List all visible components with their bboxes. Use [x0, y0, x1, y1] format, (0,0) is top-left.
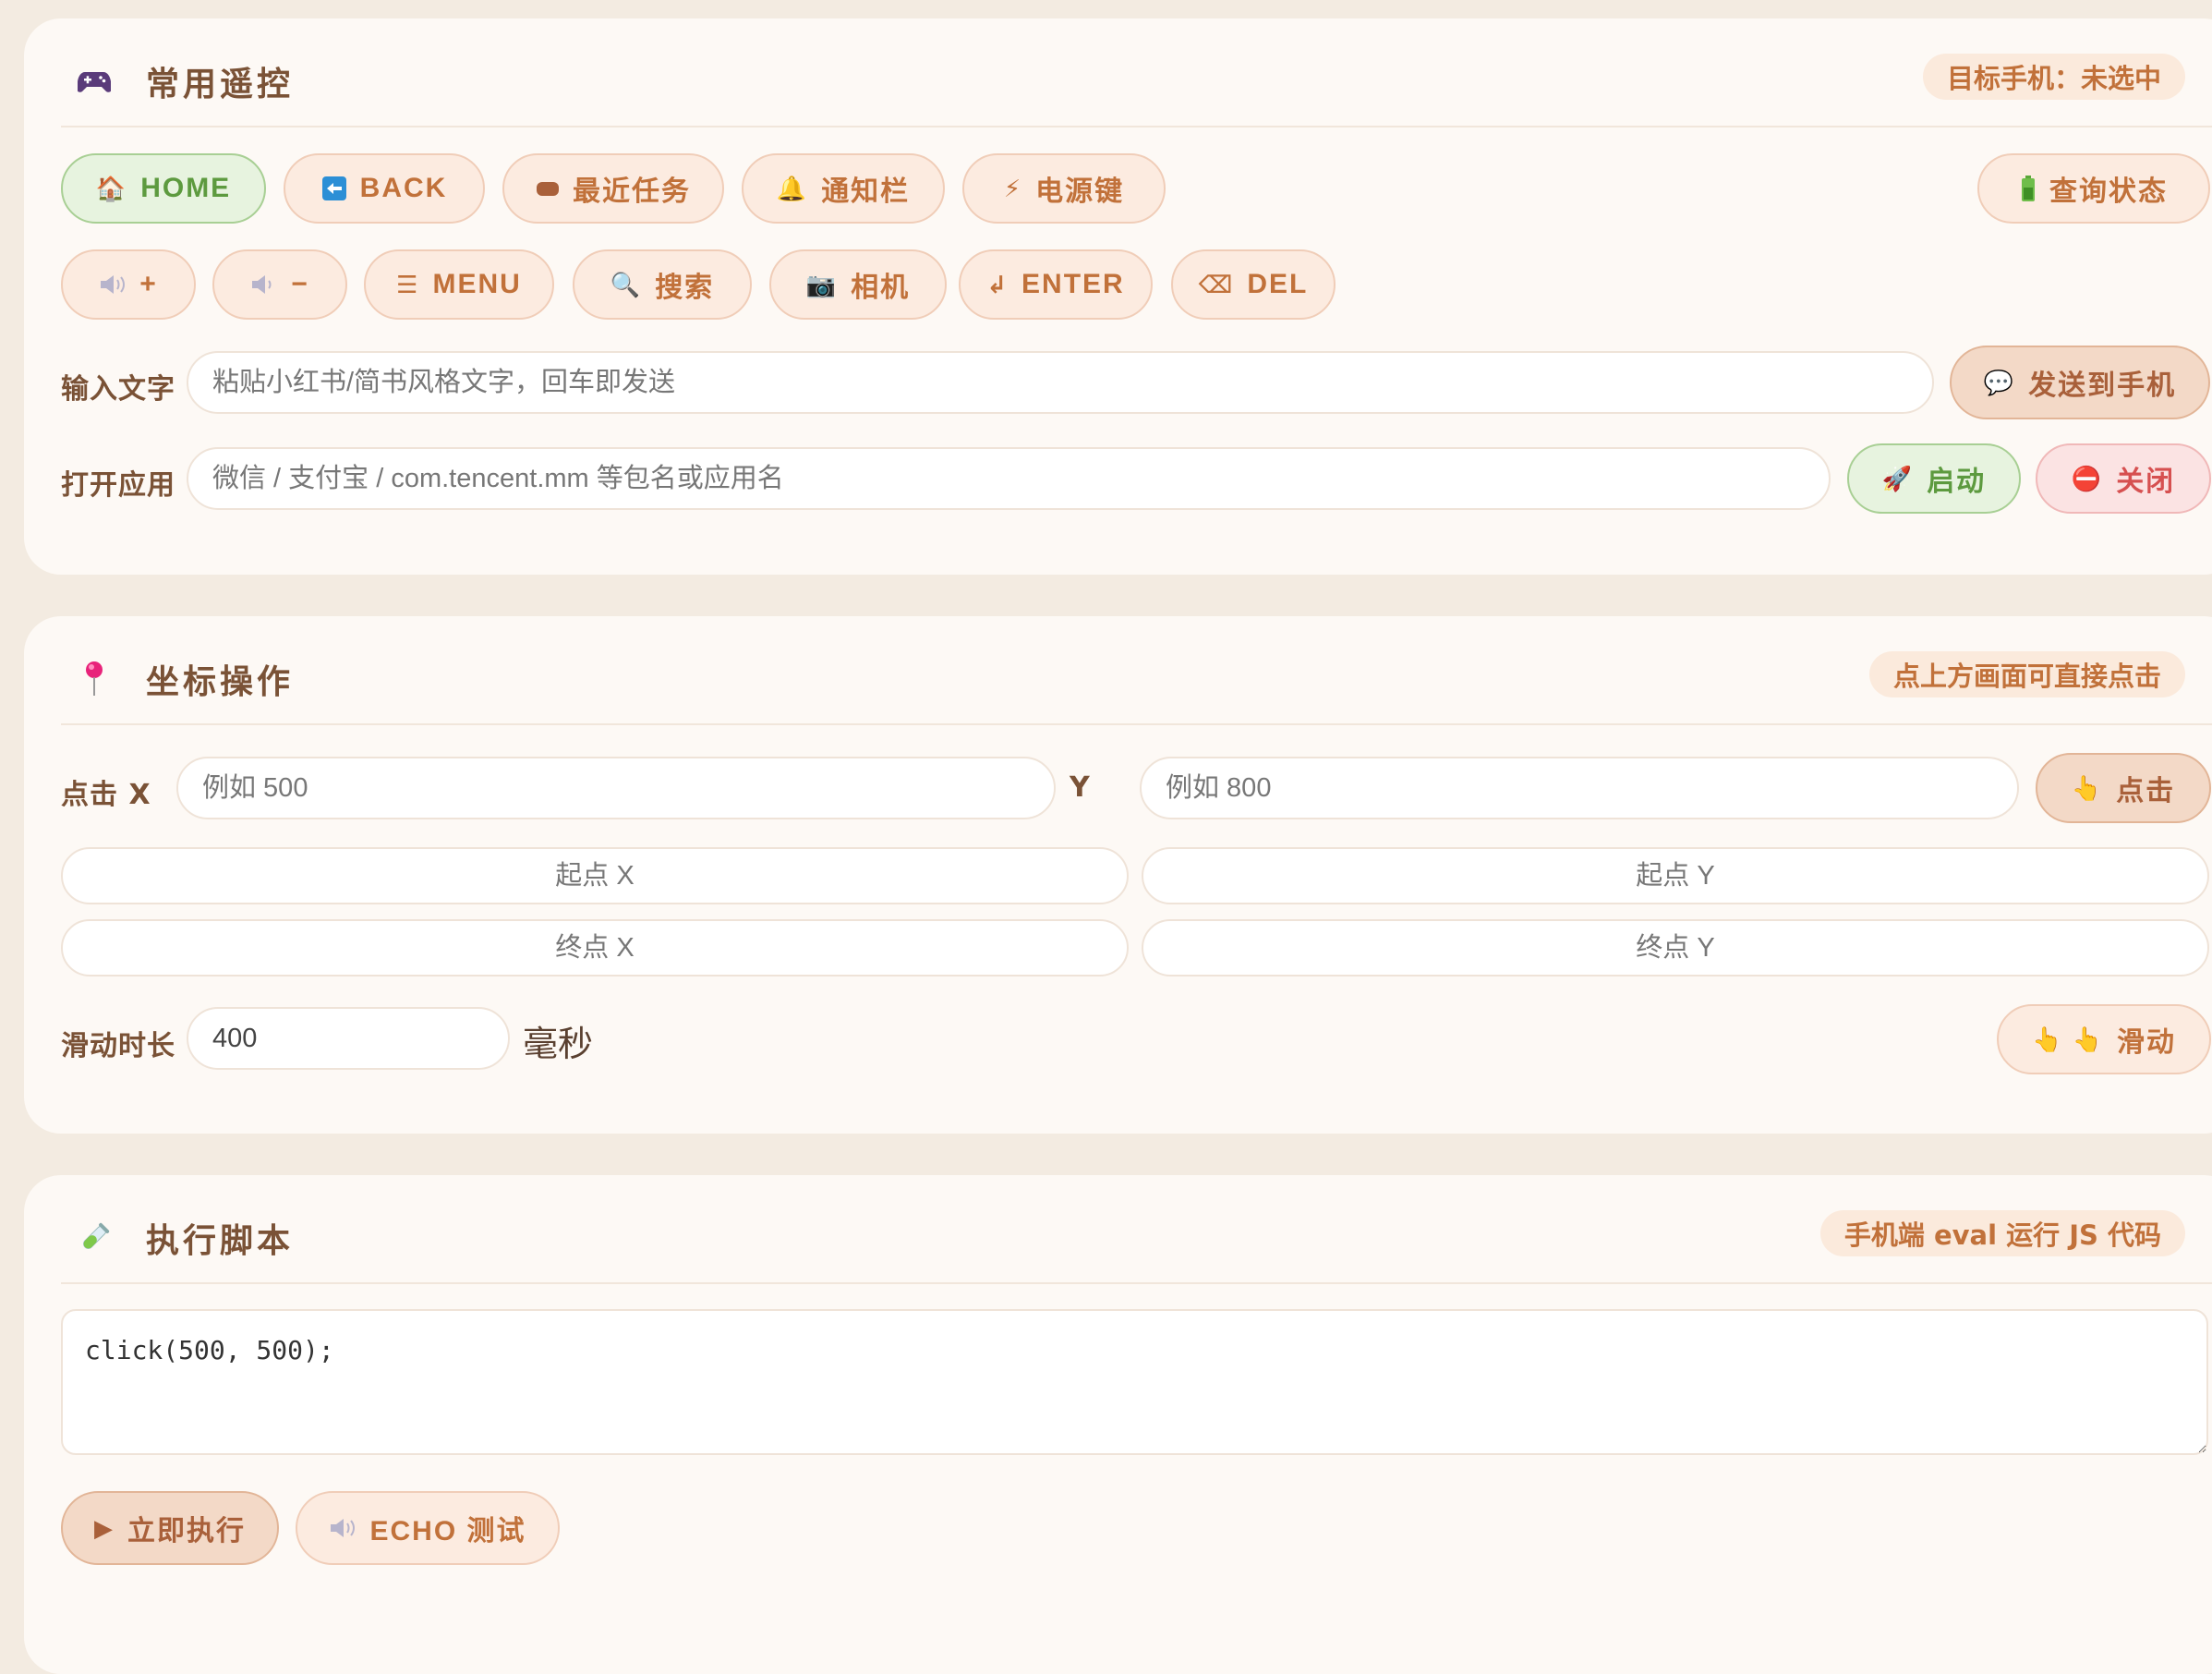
gamepad-icon	[76, 63, 113, 100]
start-x-field[interactable]	[61, 847, 1129, 904]
search-button[interactable]: 🔍 搜索	[573, 249, 752, 320]
tap-button[interactable]: 👆 点击	[2036, 753, 2211, 823]
back-button[interactable]: BACK	[284, 153, 485, 224]
text-input-field[interactable]	[187, 351, 1934, 414]
send-to-phone-button[interactable]: 💬 发送到手机	[1950, 346, 2210, 419]
backspace-icon: ⌫	[1198, 271, 1235, 298]
notification-button[interactable]: 🔔 通知栏	[742, 153, 945, 224]
play-icon: ▶	[94, 1514, 115, 1542]
duration-unit: 毫秒	[523, 1024, 594, 1064]
speech-bubble-icon: 💬	[1983, 369, 2016, 396]
camera-button[interactable]: 📷 相机	[769, 249, 947, 320]
duration-input[interactable]	[211, 1022, 486, 1055]
coords-header: 坐标操作 点上方画面可直接点击	[61, 616, 2212, 725]
enter-button[interactable]: ↲ ENTER	[959, 249, 1153, 320]
script-title: 执行脚本	[146, 1222, 295, 1260]
speaker-icon	[99, 273, 127, 296]
volume-up-button[interactable]: +	[61, 249, 196, 320]
click-y-field[interactable]	[1140, 757, 2019, 819]
swipe-button[interactable]: 👆 👆 滑动	[1997, 1004, 2211, 1074]
speaker-icon	[329, 1517, 357, 1539]
end-y-field[interactable]	[1142, 919, 2209, 977]
echo-test-button[interactable]: ECHO 测试	[296, 1491, 560, 1565]
script-card: 执行脚本 手机端 eval 运行 JS 代码 click(500, 500); …	[24, 1175, 2212, 1674]
remote-card: 常用遥控 目标手机：未选中 🏠 HOME BACK 最近任务 🔔 通知栏 ⚡ 电…	[24, 18, 2212, 575]
end-y-input[interactable]	[1166, 931, 2185, 964]
click-y-label: Y	[1070, 771, 1091, 804]
pin-icon	[76, 661, 113, 698]
click-y-input[interactable]	[1164, 771, 1995, 805]
menu-button[interactable]: ☰ MENU	[364, 249, 554, 320]
app-input-field[interactable]	[187, 447, 1831, 510]
text-input[interactable]	[211, 366, 1910, 399]
remote-header: 常用遥控 目标手机：未选中	[61, 18, 2212, 127]
click-x-field[interactable]	[176, 757, 1056, 819]
click-x-label: 点击 X	[61, 779, 151, 811]
end-x-input[interactable]	[85, 931, 1105, 964]
search-icon: 🔍	[610, 271, 643, 298]
house-icon: 🏠	[95, 175, 128, 202]
volume-down-button[interactable]: −	[212, 249, 347, 320]
home-button[interactable]: 🏠 HOME	[61, 153, 266, 224]
delete-button[interactable]: ⌫ DEL	[1171, 249, 1336, 320]
swipe-duration-label: 滑动时长	[61, 1030, 175, 1062]
script-header: 执行脚本 手机端 eval 运行 JS 代码	[61, 1175, 2212, 1284]
coords-card: 坐标操作 点上方画面可直接点击 点击 X Y 👆 点击 滑动时长 毫秒 👆 👆 …	[24, 616, 2212, 1134]
test-tube-icon	[76, 1219, 113, 1256]
app-input[interactable]	[211, 462, 1807, 495]
run-now-button[interactable]: ▶ 立即执行	[61, 1491, 279, 1565]
recent-tasks-button[interactable]: 最近任务	[502, 153, 724, 224]
script-editor[interactable]: click(500, 500);	[61, 1309, 2208, 1455]
launch-button[interactable]: 🚀 启动	[1847, 443, 2021, 514]
pointing-hand-icon: 👆	[2071, 774, 2104, 802]
enter-icon: ↲	[986, 271, 1009, 298]
input-text-label: 输入文字	[61, 373, 175, 406]
start-y-input[interactable]	[1166, 859, 2185, 892]
duration-field[interactable]	[187, 1007, 510, 1070]
target-phone-badge: 目标手机：未选中	[1922, 54, 2185, 100]
open-app-label: 打开应用	[61, 469, 175, 502]
battery-icon	[2020, 175, 2037, 202]
query-status-button[interactable]: 查询状态	[1977, 153, 2210, 224]
coords-title: 坐标操作	[146, 663, 295, 701]
start-y-field[interactable]	[1142, 847, 2209, 904]
lightning-icon: ⚡	[1003, 175, 1023, 202]
back-arrow-icon	[321, 176, 347, 201]
power-button[interactable]: ⚡ 电源键	[962, 153, 1166, 224]
recent-apps-icon	[536, 179, 560, 198]
rocket-icon: 🚀	[1881, 465, 1915, 492]
stop-icon: ⛔	[2071, 465, 2104, 492]
bell-icon: 🔔	[776, 175, 809, 202]
remote-title: 常用遥控	[146, 66, 295, 103]
camera-icon: 📷	[805, 271, 839, 298]
close-app-button[interactable]: ⛔ 关闭	[2036, 443, 2211, 514]
click-x-input[interactable]	[200, 771, 1032, 805]
script-hint-badge: 手机端 eval 运行 JS 代码	[1819, 1210, 2185, 1256]
pointing-hand-icon: 👆 👆	[2032, 1025, 2104, 1053]
speaker-icon	[250, 273, 278, 296]
end-x-field[interactable]	[61, 919, 1129, 977]
coords-hint-badge: 点上方画面可直接点击	[1868, 651, 2185, 698]
hamburger-icon: ☰	[396, 271, 420, 298]
start-x-input[interactable]	[85, 859, 1105, 892]
